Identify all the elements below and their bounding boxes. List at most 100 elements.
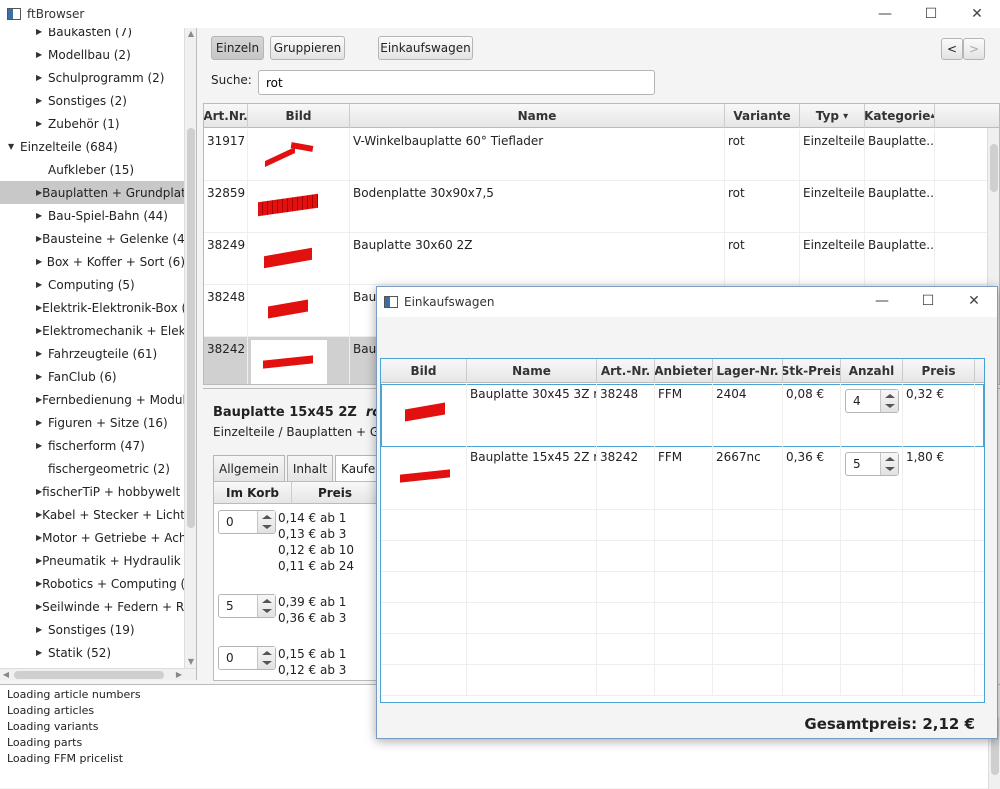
collapsed-arrow-icon[interactable]: ▶ xyxy=(36,418,48,427)
tree-item[interactable]: ▶ Zubehör (1) xyxy=(0,112,185,135)
collapsed-arrow-icon[interactable]: ▶ xyxy=(36,73,48,82)
tree-item[interactable]: ▶ Modellbau (2) xyxy=(0,43,185,66)
col-header-bild[interactable]: Bild xyxy=(248,104,350,128)
collapsed-arrow-icon[interactable]: ▶ xyxy=(36,372,48,381)
collapsed-arrow-icon[interactable]: ▶ xyxy=(36,257,47,266)
quantity-spinner[interactable]: 5 xyxy=(845,452,899,476)
cart-close-button[interactable]: ✕ xyxy=(951,287,997,315)
prev-page-button[interactable]: < xyxy=(941,38,963,60)
spin-up-icon[interactable] xyxy=(885,394,895,398)
tree-item[interactable]: ▶ Figuren + Sitze (16) xyxy=(0,411,185,434)
col-header-lager-nr[interactable]: Lager-Nr. xyxy=(713,359,783,383)
tree-item[interactable]: Aufkleber (15) xyxy=(0,158,185,181)
collapsed-arrow-icon[interactable]: ▶ xyxy=(36,441,48,450)
tab-allgemein[interactable]: Allgemein xyxy=(213,455,285,481)
tree-item[interactable]: ▶ Bausteine + Gelenke (46) xyxy=(0,227,185,250)
spin-down-icon[interactable] xyxy=(885,404,895,408)
tree-item[interactable]: ▶ FanClub (6) xyxy=(0,365,185,388)
category-tree[interactable]: ▶ Statik (52) ▶ Sonstiges (19) ▶ Seilwinde + … xyxy=(0,28,197,680)
col-header-variante[interactable]: Variante xyxy=(725,104,800,128)
collapsed-arrow-icon[interactable]: ▶ xyxy=(36,625,48,634)
tree-vertical-scrollbar[interactable]: ▲ ▼ xyxy=(184,28,196,668)
spin-down-icon[interactable] xyxy=(262,661,272,665)
tree-item[interactable]: ▶ Statik (52) xyxy=(0,641,185,664)
scrollbar-thumb[interactable] xyxy=(990,144,998,192)
tree-item[interactable]: ▶ Pneumatik + Hydraulik (8 xyxy=(0,549,185,572)
spin-up-icon[interactable] xyxy=(885,457,895,461)
scrollbar-thumb[interactable] xyxy=(187,128,195,528)
col-header-anzahl[interactable]: Anzahl xyxy=(841,359,903,383)
tree-item[interactable]: ▶ Box + Koffer + Sort (6) xyxy=(0,250,185,273)
tree-item[interactable]: ▶ Sonstiges (2) xyxy=(0,89,185,112)
collapsed-arrow-icon[interactable]: ▶ xyxy=(36,648,48,657)
collapsed-arrow-icon[interactable]: ▶ xyxy=(36,211,48,220)
tree-item[interactable]: ▶ Bauplatten + Grundplatte xyxy=(0,181,185,204)
col-header-kategorie[interactable]: Kategorie ▴ xyxy=(865,104,935,128)
col-header-im-korb[interactable]: Im Korb xyxy=(214,482,292,504)
cart-row[interactable]: Bauplatte 15x45 2Z rot 38242 FFM 2667nc 0,36… xyxy=(381,447,984,510)
table-row[interactable]: 32859 Bodenplatte 30x90x7,5 rot Einzelteile… xyxy=(204,181,987,233)
tree-item[interactable]: ▶ Robotics + Computing (2 xyxy=(0,572,185,595)
col-header-typ[interactable]: Typ ▾ xyxy=(800,104,865,128)
tree-item[interactable]: ▶ Bau-Spiel-Bahn (44) xyxy=(0,204,185,227)
scroll-down-arrow-icon[interactable]: ▼ xyxy=(185,656,196,668)
table-row[interactable]: 31917 V-Winkelbauplatte 60° Tieflader rot E… xyxy=(204,129,987,181)
col-header-artnr[interactable]: Art.Nr. xyxy=(204,104,248,128)
collapsed-arrow-icon[interactable]: ▶ xyxy=(36,50,48,59)
col-header-preis[interactable]: Preis xyxy=(903,359,975,383)
tree-item[interactable]: ▶ Fahrzeugteile (61) xyxy=(0,342,185,365)
tree-horizontal-scrollbar[interactable]: ◀ ▶ xyxy=(0,668,196,680)
collapsed-arrow-icon[interactable]: ▶ xyxy=(36,349,48,358)
search-input[interactable] xyxy=(258,70,655,95)
spin-down-icon[interactable] xyxy=(262,609,272,613)
collapsed-arrow-icon[interactable]: ▶ xyxy=(36,119,48,128)
col-header-name[interactable]: Name xyxy=(467,359,597,383)
quantity-spinner[interactable]: 4 xyxy=(845,389,899,413)
col-header-artnr[interactable]: Art.-Nr. xyxy=(597,359,655,383)
collapsed-arrow-icon[interactable]: ▶ xyxy=(36,28,48,36)
spinner-buttons[interactable] xyxy=(257,511,275,533)
cart-maximize-button[interactable]: ☐ xyxy=(905,287,951,315)
spin-up-icon[interactable] xyxy=(262,515,272,519)
spin-down-icon[interactable] xyxy=(262,525,272,529)
einzeln-button[interactable]: Einzeln xyxy=(211,36,264,60)
spin-down-icon[interactable] xyxy=(885,467,895,471)
tree-item[interactable]: ▶Kabel + Stecker + Licht (4 xyxy=(0,503,185,526)
spinner-buttons[interactable] xyxy=(880,390,898,412)
next-page-button[interactable]: > xyxy=(963,38,985,60)
spinner-buttons[interactable] xyxy=(257,595,275,617)
col-header-stk-preis[interactable]: Stk-Preis xyxy=(783,359,841,383)
tree-item[interactable]: ▶ fischerform (47) xyxy=(0,434,185,457)
spinner-buttons[interactable] xyxy=(880,453,898,475)
collapsed-arrow-icon[interactable]: ▶ xyxy=(36,280,48,289)
minimize-button[interactable]: — xyxy=(862,0,908,28)
spin-up-icon[interactable] xyxy=(262,599,272,603)
tree-item[interactable]: ▶ Elektrik-Elektronik-Box (1) xyxy=(0,296,185,319)
spin-up-icon[interactable] xyxy=(262,651,272,655)
tree-item[interactable]: ▼ Einzelteile (684) xyxy=(0,135,185,158)
tree-item[interactable]: fischergeometric (2) xyxy=(0,457,185,480)
col-header-name[interactable]: Name xyxy=(350,104,725,128)
tab-inhalt[interactable]: Inhalt xyxy=(286,455,334,481)
scroll-left-arrow-icon[interactable]: ◀ xyxy=(0,669,12,680)
col-header-preis[interactable]: Preis xyxy=(292,482,377,504)
expanded-arrow-icon[interactable]: ▼ xyxy=(8,142,20,151)
scrollbar-thumb[interactable] xyxy=(14,671,164,679)
col-header-anbieter[interactable]: Anbieter xyxy=(655,359,713,383)
quantity-spinner[interactable]: 5 xyxy=(218,594,276,618)
close-button[interactable]: ✕ xyxy=(954,0,1000,28)
einkaufswagen-button[interactable]: Einkaufswagen xyxy=(378,36,473,60)
scroll-right-arrow-icon[interactable]: ▶ xyxy=(173,669,185,680)
tree-item[interactable]: ▶ Motor + Getriebe + Achse xyxy=(0,526,185,549)
tree-item[interactable]: ▶ Baukasten (7) xyxy=(0,28,185,43)
cart-row[interactable]: Bauplatte 30x45 3Z rot 38248 FFM 2404 0,08 €… xyxy=(381,384,984,447)
tree-item[interactable]: ▶ Fernbedienung + Module xyxy=(0,388,185,411)
tree-item[interactable]: ▶ fischerTiP + hobbywelt (1 xyxy=(0,480,185,503)
cart-minimize-button[interactable]: — xyxy=(859,287,905,315)
gruppieren-button[interactable]: Gruppieren xyxy=(270,36,345,60)
col-header-bild[interactable]: Bild xyxy=(381,359,467,383)
quantity-spinner[interactable]: 0 xyxy=(218,510,276,534)
collapsed-arrow-icon[interactable]: ▶ xyxy=(36,96,48,105)
table-row[interactable]: 38249 Bauplatte 30x60 2Z rot Einzelteile Bau… xyxy=(204,233,987,285)
tree-item[interactable]: ▶ Computing (5) xyxy=(0,273,185,296)
